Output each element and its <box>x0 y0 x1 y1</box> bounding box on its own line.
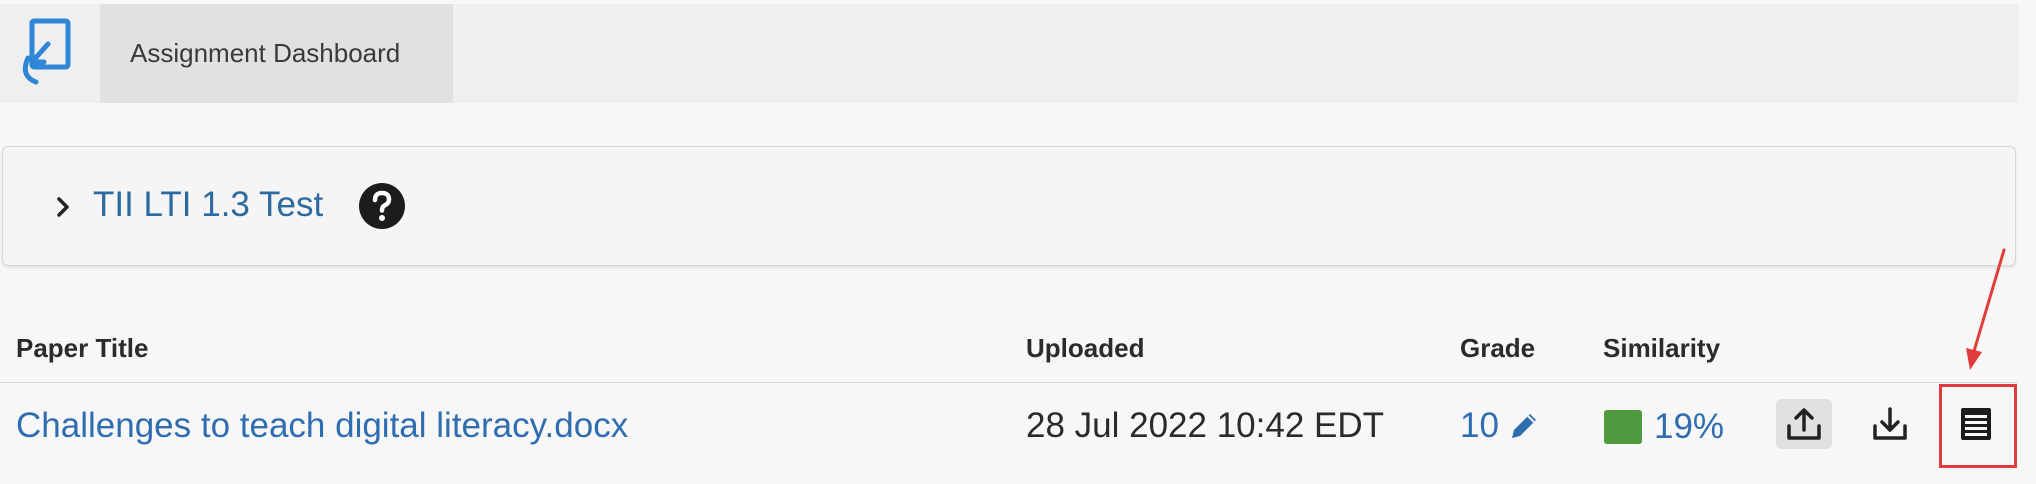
upload-button[interactable] <box>1776 399 1832 449</box>
annotation-arrow <box>1960 246 2010 376</box>
annotation-highlight-box <box>1939 384 2017 468</box>
upload-icon <box>1787 408 1821 440</box>
column-header-grade: Grade <box>1460 333 1536 363</box>
similarity-score[interactable]: 19% <box>1604 407 1724 447</box>
turnitin-return-icon[interactable] <box>18 18 84 88</box>
paper-title-link[interactable]: Challenges to teach digital literacy.doc… <box>16 406 628 446</box>
grade-value: 10 <box>1460 406 1499 445</box>
chevron-right-icon[interactable] <box>51 195 75 219</box>
similarity-percent: 19% <box>1654 407 1725 446</box>
similarity-color-swatch <box>1604 410 1642 444</box>
pencil-icon <box>1511 414 1536 438</box>
table-header-divider <box>0 382 2018 383</box>
tab-label: Assignment Dashboard <box>130 38 401 68</box>
column-header-similarity: Similarity <box>1603 333 1721 363</box>
uploaded-date: 28 Jul 2022 10:42 EDT <box>1026 406 1385 445</box>
assignment-title-link[interactable]: TII LTI 1.3 Test <box>93 185 323 225</box>
download-button[interactable] <box>1862 399 1918 449</box>
tab-assignment-dashboard[interactable]: Assignment Dashboard <box>100 4 453 103</box>
column-header-uploaded: Uploaded <box>1026 333 1145 363</box>
grade-link[interactable]: 10 <box>1460 406 1541 446</box>
question-circle-icon[interactable] <box>359 183 405 229</box>
column-header-paper-title: Paper Title <box>16 333 149 363</box>
download-icon <box>1873 407 1907 440</box>
assignment-panel: TII LTI 1.3 Test <box>2 146 2016 266</box>
top-nav-bar: Assignment Dashboard <box>0 4 2018 103</box>
